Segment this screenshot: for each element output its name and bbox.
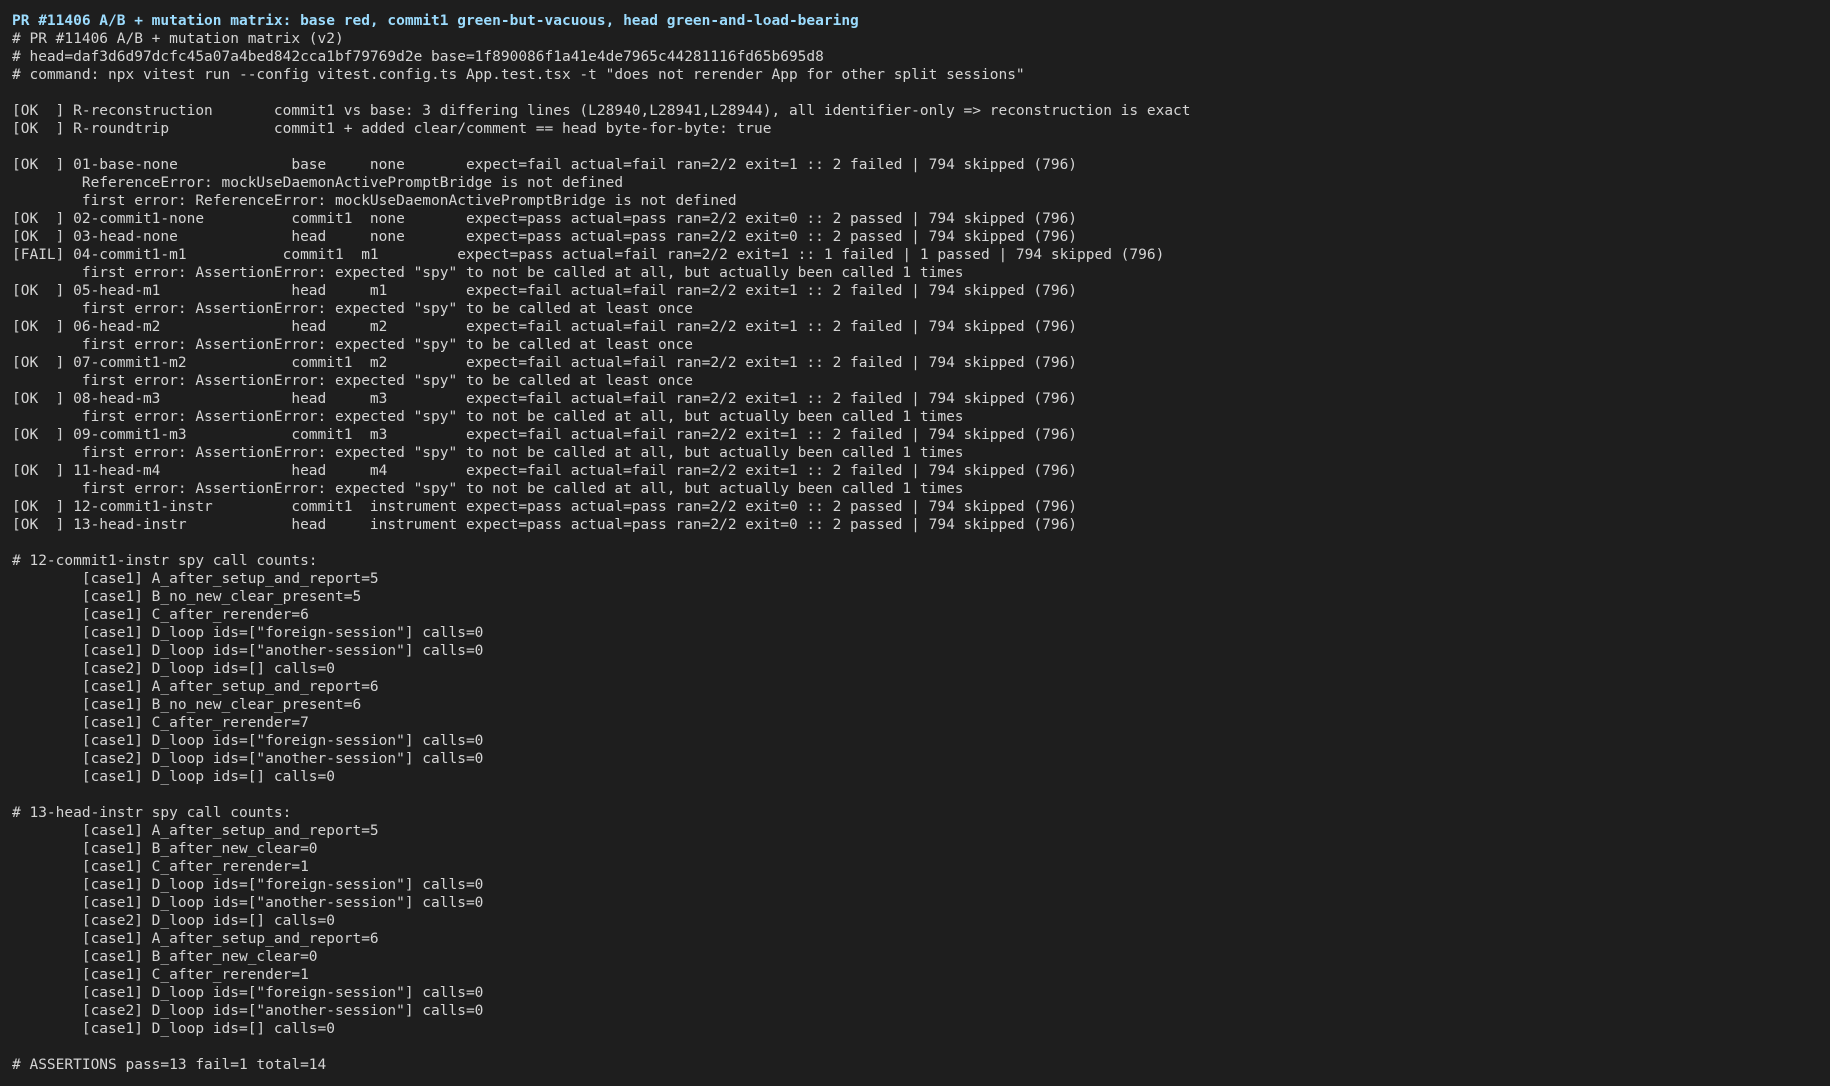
output-line: # command: npx vitest run --config vites… — [12, 67, 1025, 83]
output-title: PR #11406 A/B + mutation matrix: base re… — [12, 13, 859, 29]
output-line: first error: AssertionError: expected "s… — [12, 373, 693, 389]
output-line: # head=daf3d6d97dcfc45a07a4bed842cca1bf7… — [12, 49, 824, 65]
output-line: [case1] B_no_new_clear_present=5 — [12, 589, 362, 605]
output-line: [OK ] R-roundtrip commit1 + added clear/… — [12, 121, 772, 137]
output-line: [case1] D_loop ids=["foreign-session"] c… — [12, 985, 484, 1001]
output-line: [OK ] 05-head-m1 head m1 expect=fail act… — [12, 283, 1078, 299]
output-line: [case1] D_loop ids=[] calls=0 — [12, 1021, 336, 1037]
output-line: [FAIL] 04-commit1-m1 commit1 m1 expect=p… — [12, 247, 1165, 263]
output-line: [case1] A_after_setup_and_report=5 — [12, 571, 379, 587]
output-line: [case2] D_loop ids=[] calls=0 — [12, 661, 336, 677]
output-line: # PR #11406 A/B + mutation matrix (v2) — [12, 31, 344, 47]
output-line: [case1] D_loop ids=["another-session"] c… — [12, 895, 484, 911]
output-lines: # PR #11406 A/B + mutation matrix (v2) # … — [12, 30, 1818, 1074]
output-line: [case1] D_loop ids=["another-session"] c… — [12, 643, 484, 659]
output-line: first error: AssertionError: expected "s… — [12, 265, 964, 281]
output-line: first error: AssertionError: expected "s… — [12, 301, 693, 317]
terminal-output[interactable]: PR #11406 A/B + mutation matrix: base re… — [0, 0, 1830, 1086]
output-line: [OK ] 13-head-instr head instrument expe… — [12, 517, 1078, 533]
output-line: first error: AssertionError: expected "s… — [12, 337, 693, 353]
output-line: first error: AssertionError: expected "s… — [12, 481, 964, 497]
output-line: [OK ] 12-commit1-instr commit1 instrumen… — [12, 499, 1078, 515]
output-line: [case1] A_after_setup_and_report=6 — [12, 931, 379, 947]
output-line: [case2] D_loop ids=["another-session"] c… — [12, 751, 484, 767]
output-line: first error: AssertionError: expected "s… — [12, 445, 964, 461]
output-line: # ASSERTIONS pass=13 fail=1 total=14 — [12, 1057, 327, 1073]
output-line: # 13-head-instr spy call counts: — [12, 805, 292, 821]
output-line: [case1] C_after_rerender=1 — [12, 967, 309, 983]
output-line: [OK ] 07-commit1-m2 commit1 m2 expect=fa… — [12, 355, 1078, 371]
output-line: # 12-commit1-instr spy call counts: — [12, 553, 318, 569]
output-line: [case1] D_loop ids=[] calls=0 — [12, 769, 336, 785]
output-line: [case1] C_after_rerender=7 — [12, 715, 309, 731]
output-line: [case1] B_after_new_clear=0 — [12, 841, 318, 857]
output-line: [OK ] 11-head-m4 head m4 expect=fail act… — [12, 463, 1078, 479]
output-line: [OK ] 09-commit1-m3 commit1 m3 expect=fa… — [12, 427, 1078, 443]
output-line: first error: ReferenceError: mockUseDaem… — [12, 193, 737, 209]
output-line: [case2] D_loop ids=[] calls=0 — [12, 913, 336, 929]
output-line: [OK ] 01-base-none base none expect=fail… — [12, 157, 1078, 173]
output-line: [case1] B_after_new_clear=0 — [12, 949, 318, 965]
output-line: [OK ] 08-head-m3 head m3 expect=fail act… — [12, 391, 1078, 407]
output-line: [OK ] R-reconstruction commit1 vs base: … — [12, 103, 1191, 119]
output-line: [OK ] 03-head-none head none expect=pass… — [12, 229, 1078, 245]
output-line: [case1] C_after_rerender=1 — [12, 859, 309, 875]
output-line: ReferenceError: mockUseDaemonActivePromp… — [12, 175, 624, 191]
output-line: [case1] D_loop ids=["foreign-session"] c… — [12, 625, 484, 641]
output-line: [case1] D_loop ids=["foreign-session"] c… — [12, 733, 484, 749]
output-line: [OK ] 06-head-m2 head m2 expect=fail act… — [12, 319, 1078, 335]
output-line: [case1] B_no_new_clear_present=6 — [12, 697, 362, 713]
output-line: [case2] D_loop ids=["another-session"] c… — [12, 1003, 484, 1019]
output-line: [OK ] 02-commit1-none commit1 none expec… — [12, 211, 1078, 227]
output-line: [case1] A_after_setup_and_report=6 — [12, 679, 379, 695]
output-line: [case1] D_loop ids=["foreign-session"] c… — [12, 877, 484, 893]
output-line: [case1] A_after_setup_and_report=5 — [12, 823, 379, 839]
output-line: [case1] C_after_rerender=6 — [12, 607, 309, 623]
output-line: first error: AssertionError: expected "s… — [12, 409, 964, 425]
